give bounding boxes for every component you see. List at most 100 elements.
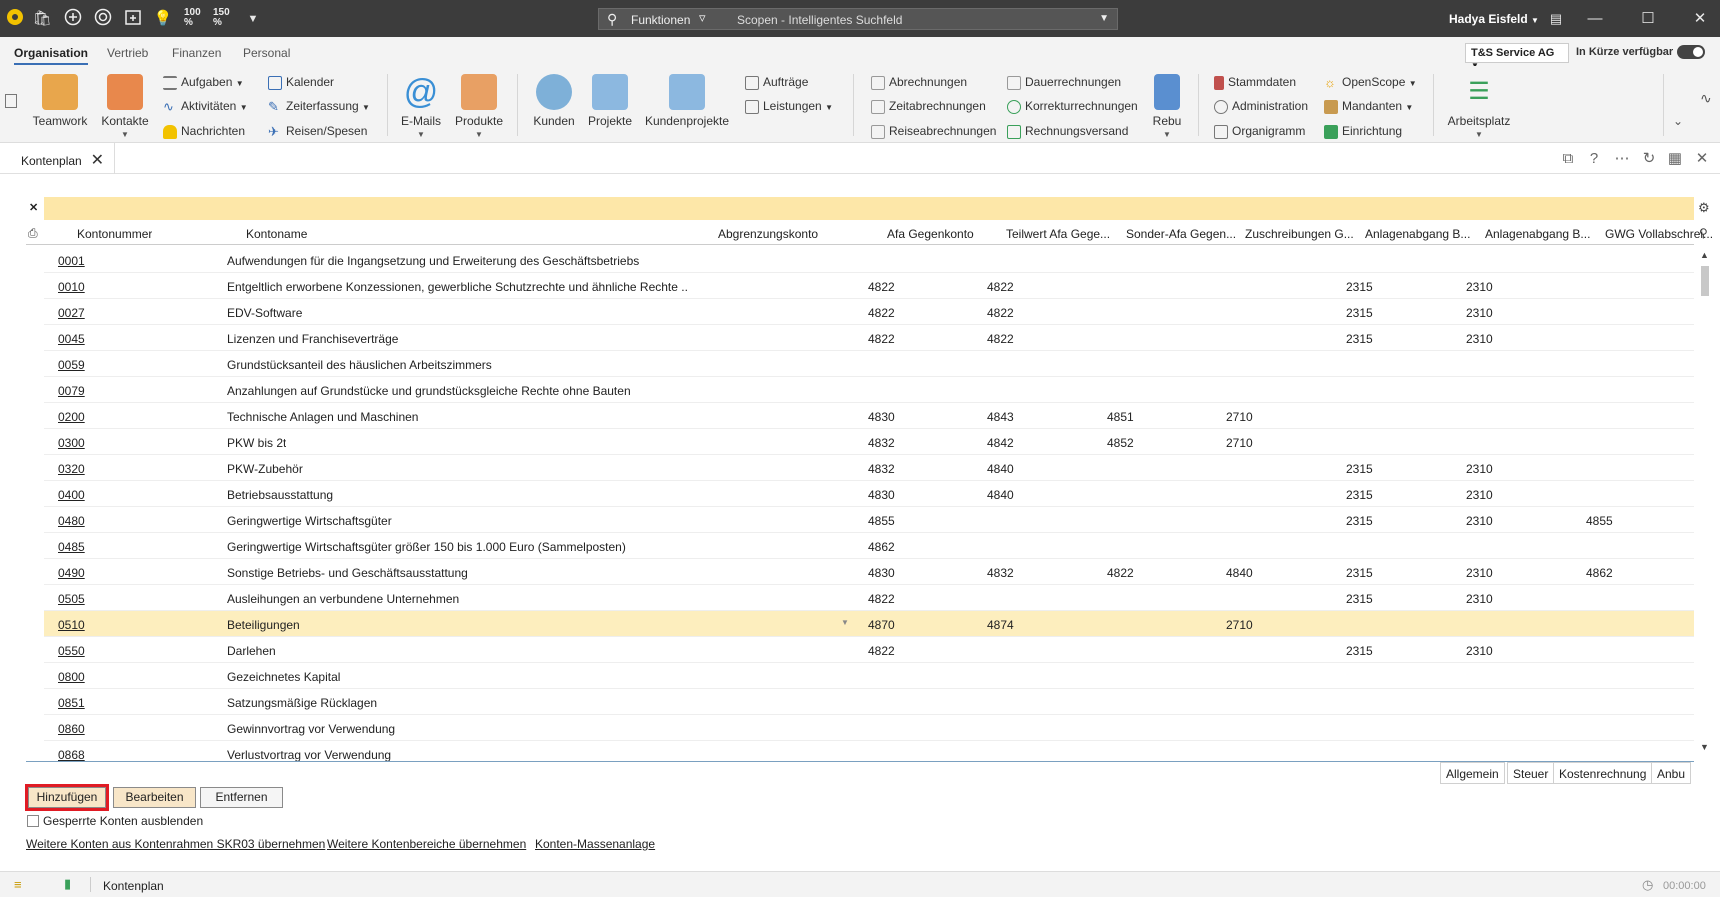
table-row[interactable]: 0001 Aufwendungen für die Ingangsetzung u… — [44, 247, 1694, 273]
tab-allgemein[interactable]: Allgemein — [1440, 762, 1505, 784]
column-header[interactable]: Kontonummer — [77, 227, 152, 241]
organigramm-button[interactable]: Organigramm — [1214, 122, 1305, 140]
kundenprojekte-button[interactable]: Kundenprojekte — [643, 74, 731, 128]
account-number-link[interactable]: 0800 — [58, 670, 85, 684]
lifebuoy-icon[interactable] — [92, 8, 114, 30]
more-icon[interactable]: ⋯ — [1612, 149, 1632, 169]
account-number-link[interactable]: 0027 — [58, 306, 85, 320]
aktivitaeten-button[interactable]: ∿ Aktivitäten ▼ — [163, 97, 248, 115]
table-row[interactable]: 0485 Geringwertige Wirtschaftsgüter größe… — [44, 533, 1694, 559]
maximize-icon[interactable]: ☐ — [1637, 8, 1659, 30]
table-row[interactable]: 0550 Darlehen 4822 2315 2310 — [44, 637, 1694, 663]
reisen-button[interactable]: ✈ Reisen/Spesen — [268, 122, 367, 140]
user-menu[interactable]: Hadya Eisfeld ▼ — [1449, 12, 1539, 26]
table-row[interactable]: 0490 Sonstige Betriebs- und Geschäftsauss… — [44, 559, 1694, 585]
nachrichten-button[interactable]: Nachrichten — [163, 122, 245, 140]
ribbon-collapse-icon[interactable]: ⌄ — [1673, 114, 1683, 128]
scroll-up-icon[interactable]: ▲ — [1700, 250, 1709, 260]
aufgaben-button[interactable]: Aufgaben ▼ — [163, 73, 244, 91]
rechnungsversand-button[interactable]: Rechnungsversand — [1007, 122, 1128, 140]
edit-button[interactable]: Bearbeiten — [113, 787, 196, 808]
add-button[interactable]: Hinzufügen — [25, 784, 109, 811]
table-row[interactable]: 0027 EDV-Software 4822 4822 2315 2310 — [44, 299, 1694, 325]
account-number-link[interactable]: 0868 — [58, 748, 85, 761]
table-row[interactable]: 0480 Geringwertige Wirtschaftsgüter 4855 23… — [44, 507, 1694, 533]
teamwork-button[interactable]: Teamwork — [30, 74, 90, 128]
filter-row[interactable] — [44, 197, 1694, 220]
close-document-icon[interactable]: ✕ — [1692, 149, 1712, 169]
auftraege-button[interactable]: Aufträge — [745, 73, 808, 91]
take-skr03-accounts-link[interactable]: Weitere Konten aus Kontenrahmen SKR03 üb… — [26, 837, 325, 851]
add-circle-icon[interactable] — [62, 8, 84, 30]
account-number-link[interactable]: 0079 — [58, 384, 85, 398]
stammdaten-button[interactable]: Stammdaten — [1214, 73, 1296, 91]
calendar-add-icon[interactable] — [122, 8, 144, 30]
zeiterfassung-button[interactable]: ✎ Zeiterfassung ▼ — [268, 97, 370, 115]
account-number-link[interactable]: 0510 — [58, 618, 85, 632]
kontakte-button[interactable]: Kontakte ▼ — [98, 74, 152, 139]
table-row[interactable]: 0200 Technische Anlagen und Maschinen 4830… — [44, 403, 1694, 429]
tab-personal[interactable]: Personal — [243, 46, 290, 60]
leistungen-button[interactable]: Leistungen ▼ — [745, 97, 833, 115]
refresh-icon[interactable]: ↻ — [1639, 149, 1659, 169]
tab-finanzen[interactable]: Finanzen — [172, 46, 221, 60]
table-row[interactable]: 0059 Grundstücksanteil des häuslichen Arb… — [44, 351, 1694, 377]
column-header[interactable]: Kontoname — [246, 227, 307, 241]
bag-icon[interactable]: 🛍 — [31, 8, 53, 30]
openscope-button[interactable]: ☼ OpenScope ▼ — [1324, 73, 1417, 91]
table-row[interactable]: 0505 Ausleihungen an verbundene Unternehm… — [44, 585, 1694, 611]
produkte-button[interactable]: Produkte ▼ — [453, 74, 505, 139]
account-number-link[interactable]: 0550 — [58, 644, 85, 658]
arbeitsplatz-button[interactable]: ☰ Arbeitsplatz ▼ — [1444, 74, 1514, 139]
zeitabrechnungen-button[interactable]: Zeitabrechnungen — [871, 97, 986, 115]
table-row[interactable]: 0851 Satzungsmäßige Rücklagen — [44, 689, 1694, 715]
table-row[interactable]: 0300 PKW bis 2t 4832 4842 4852 2710 — [44, 429, 1694, 455]
table-row[interactable]: 0510 Beteiligungen 4870 4874 2710 ▼ — [44, 611, 1694, 637]
dauerrechnungen-button[interactable]: Dauerrechnungen — [1007, 73, 1121, 91]
abrechnungen-button[interactable]: Abrechnungen — [871, 73, 967, 91]
table-row[interactable]: 0010 Entgeltlich erworbene Konzessionen, … — [44, 273, 1694, 299]
collapse-panel-icon[interactable] — [5, 94, 17, 108]
account-number-link[interactable]: 0480 — [58, 514, 85, 528]
column-header[interactable]: Sonder-Afa Gegen... — [1126, 227, 1236, 241]
projekte-button[interactable]: Projekte — [586, 74, 634, 128]
dropdown-arrow-icon[interactable]: ▼ — [841, 618, 849, 627]
account-number-link[interactable]: 0860 — [58, 722, 85, 736]
smart-search-field[interactable]: ⚲ Funktionen ▿ Scopen - Intelligentes Su… — [598, 8, 1118, 30]
kunden-button[interactable]: Kunden — [531, 74, 577, 128]
account-number-link[interactable]: 0300 — [58, 436, 85, 450]
account-number-link[interactable]: 0485 — [58, 540, 85, 554]
zoom-150-button[interactable]: 150% — [213, 8, 230, 28]
account-number-link[interactable]: 0320 — [58, 462, 85, 476]
account-number-link[interactable]: 0505 — [58, 592, 85, 606]
account-number-link[interactable]: 0200 — [58, 410, 85, 424]
chevron-down-icon[interactable]: ▼ — [1099, 13, 1109, 24]
account-number-link[interactable]: 0490 — [58, 566, 85, 580]
administration-button[interactable]: Administration — [1214, 97, 1308, 115]
reiseabrechnungen-button[interactable]: Reiseabrechnungen — [871, 122, 996, 140]
pulse-icon[interactable]: ∿ — [1700, 90, 1712, 107]
mandanten-button[interactable]: Mandanten ▼ — [1324, 97, 1413, 115]
table-row[interactable]: 0320 PKW-Zubehör 4832 4840 2315 2310 — [44, 455, 1694, 481]
coming-soon-toggle[interactable] — [1677, 45, 1705, 59]
dropdown-arrow-icon[interactable]: ▼ — [242, 8, 264, 30]
einrichtung-button[interactable]: Einrichtung — [1324, 122, 1402, 140]
mass-account-creation-link[interactable]: Konten-Massenanlage — [535, 837, 655, 851]
table-row[interactable]: 0800 Gezeichnetes Kapital — [44, 663, 1694, 689]
id-card-icon[interactable]: ▤ — [1545, 8, 1567, 30]
account-number-link[interactable]: 0010 — [58, 280, 85, 294]
column-header[interactable]: Afa Gegenkonto — [887, 227, 974, 241]
help-icon[interactable]: ? — [1584, 149, 1604, 169]
tab-vertrieb[interactable]: Vertrieb — [107, 46, 148, 60]
emails-button[interactable]: @ E-Mails ▼ — [398, 74, 444, 139]
account-number-link[interactable]: 0059 — [58, 358, 85, 372]
column-header[interactable]: GWG Vollabschrei... — [1605, 227, 1713, 241]
clear-filter-icon[interactable]: ✕ — [29, 201, 38, 214]
lightning-list-icon[interactable]: ≡ — [14, 877, 22, 892]
tab-steuer[interactable]: Steuer — [1507, 762, 1555, 784]
column-header[interactable]: Teilwert Afa Gege... — [1006, 227, 1110, 241]
duplicate-icon[interactable]: ⧉ — [1558, 149, 1578, 169]
kalender-button[interactable]: Kalender — [268, 73, 334, 91]
column-header[interactable]: Zuschreibungen G... — [1245, 227, 1354, 241]
hide-locked-checkbox[interactable] — [27, 815, 39, 827]
